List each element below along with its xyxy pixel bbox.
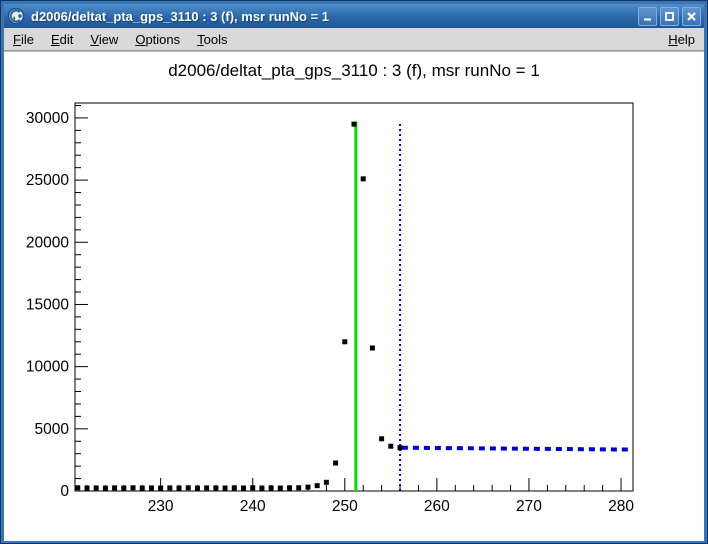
histogram-data-point	[269, 485, 274, 490]
histogram-data-point	[296, 485, 301, 490]
maximize-button[interactable]	[660, 7, 679, 26]
histogram-data-point	[259, 486, 264, 491]
close-button[interactable]	[682, 7, 701, 26]
menu-help-container: Help	[668, 32, 695, 47]
menu-file[interactable]: File	[13, 32, 34, 47]
histogram-data-point	[204, 485, 209, 490]
x-tick-label: 270	[516, 498, 542, 515]
canvas-area[interactable]: d2006/deltat_pta_gps_3110 : 3 (f), msr r…	[4, 51, 704, 541]
histogram-data-point	[232, 485, 237, 490]
histogram-data-point	[112, 485, 117, 490]
menu-help[interactable]: Help	[668, 32, 695, 47]
histogram-data-point	[250, 485, 255, 490]
maximize-icon	[664, 11, 675, 22]
histogram-data-point	[352, 122, 357, 127]
titlebar[interactable]: d2006/deltat_pta_gps_3110 : 3 (f), msr r…	[4, 4, 704, 28]
x-tick-label: 230	[148, 498, 174, 515]
root-canvas-window: d2006/deltat_pta_gps_3110 : 3 (f), msr r…	[0, 0, 708, 544]
histogram-data-point	[223, 486, 228, 491]
minimize-button[interactable]	[638, 7, 657, 26]
histogram-data-point	[398, 445, 403, 450]
y-tick-label: 15000	[26, 296, 69, 313]
plot-frame	[75, 103, 633, 491]
histogram-plot: 230 240 250 260 270 280 0 5000 10000 15000 20000 25…	[4, 52, 704, 542]
histogram-data-point	[195, 486, 200, 491]
histogram-data-point	[158, 486, 163, 491]
y-tick-label: 10000	[26, 359, 69, 376]
close-icon	[686, 11, 697, 22]
x-tick-label: 240	[240, 498, 266, 515]
histogram-data-point	[342, 339, 347, 344]
histogram-data-point	[167, 485, 172, 490]
histogram-data-point	[140, 486, 145, 491]
histogram-data-point	[213, 485, 218, 490]
histogram-data-point	[186, 485, 191, 490]
minimize-icon	[642, 11, 653, 22]
histogram-data-point	[315, 483, 320, 488]
histogram-data-point	[333, 461, 338, 466]
menu-view[interactable]: View	[90, 32, 118, 47]
menubar: File Edit View Options Tools Help	[4, 28, 704, 51]
histogram-data-point	[94, 485, 99, 490]
histogram-data-point	[388, 444, 393, 449]
histogram-data-point	[149, 485, 154, 490]
menu-items: File Edit View Options Tools	[13, 32, 245, 47]
histogram-data-point	[305, 485, 310, 490]
histogram-data-point	[370, 345, 375, 350]
menu-edit[interactable]: Edit	[51, 32, 73, 47]
x-tick-label: 260	[424, 498, 450, 515]
y-tick-label: 30000	[26, 110, 69, 127]
x-tick-label: 250	[332, 498, 358, 515]
y-tick-label: 20000	[26, 234, 69, 251]
histogram-data-point	[379, 436, 384, 441]
x-tick-label: 280	[608, 498, 634, 515]
histogram-data-point	[177, 486, 182, 491]
y-tick-label: 0	[60, 483, 69, 500]
window-title: d2006/deltat_pta_gps_3110 : 3 (f), msr r…	[31, 9, 632, 24]
histogram-data-point	[75, 485, 80, 490]
histogram-data-point	[121, 486, 126, 491]
histogram-data-point	[241, 486, 246, 491]
histogram-data-point	[278, 486, 283, 491]
menu-options[interactable]: Options	[135, 32, 180, 47]
menu-tools[interactable]: Tools	[197, 32, 227, 47]
root-logo-icon	[7, 7, 25, 25]
histogram-data-point	[131, 485, 136, 490]
window-controls	[638, 7, 701, 26]
y-tick-label: 25000	[26, 172, 69, 189]
histogram-data-point	[287, 485, 292, 490]
histogram-data-point	[324, 480, 329, 485]
histogram-data-point	[103, 486, 108, 491]
histogram-data-point	[361, 176, 366, 181]
histogram-data-point	[84, 486, 89, 491]
y-tick-label: 5000	[35, 421, 70, 438]
